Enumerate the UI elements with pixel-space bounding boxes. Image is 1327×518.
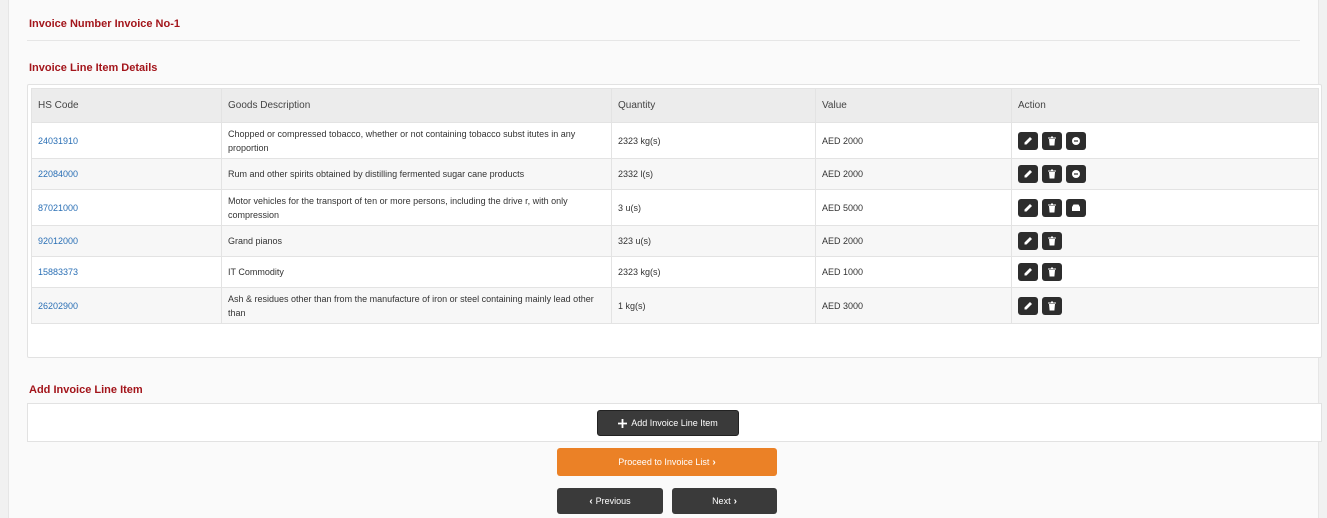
action-cell <box>1011 158 1319 190</box>
goods-description-cell: Chopped or compressed tobacco, whether o… <box>221 122 612 159</box>
edit-icon <box>1024 170 1032 178</box>
edit-icon <box>1024 301 1032 309</box>
value-cell: AED 1000 <box>815 256 1012 288</box>
next-label: Next <box>712 496 731 506</box>
action-cell <box>1011 225 1319 257</box>
car-icon <box>1072 204 1080 211</box>
delete-icon <box>1048 169 1056 179</box>
delete-button[interactable] <box>1042 263 1062 281</box>
edit-icon <box>1024 237 1032 245</box>
circle-button[interactable] <box>1066 131 1086 150</box>
delete-icon <box>1048 203 1056 212</box>
action-cell <box>1011 287 1319 324</box>
line-items-panel: HS Code Goods Description Quantity Value… <box>27 84 1322 358</box>
table-header-row: HS Code Goods Description Quantity Value… <box>31 88 1319 123</box>
quantity-cell: 1 kg(s) <box>611 287 816 324</box>
edit-icon <box>1024 268 1032 276</box>
hs-code-link[interactable]: 22084000 <box>31 158 222 190</box>
delete-icon <box>1048 236 1056 246</box>
col-header-action: Action <box>1011 88 1319 123</box>
action-cell <box>1011 189 1319 226</box>
add-line-item-title: Add Invoice Line Item <box>29 384 143 396</box>
table-row: 24031910 Chopped or compressed tobacco, w… <box>31 122 1319 159</box>
value-cell: AED 3000 <box>815 287 1012 324</box>
delete-button[interactable] <box>1042 198 1062 217</box>
table-row: 22084000 Rum and other spirits obtained b… <box>31 158 1319 190</box>
edit-button[interactable] <box>1018 296 1038 315</box>
col-header-goods-description: Goods Description <box>221 88 612 123</box>
col-header-value: Value <box>815 88 1012 123</box>
hs-code-link[interactable]: 92012000 <box>31 225 222 257</box>
goods-description-cell: Rum and other spirits obtained by distil… <box>221 158 612 190</box>
value-cell: AED 2000 <box>815 225 1012 257</box>
value-cell: AED 2000 <box>815 158 1012 190</box>
delete-icon <box>1048 136 1056 145</box>
goods-description-cell: Ash & residues other than from the manuf… <box>221 287 612 324</box>
car-button[interactable] <box>1066 198 1086 217</box>
previous-label: Previous <box>595 496 631 506</box>
edit-icon <box>1024 136 1032 144</box>
goods-description-cell: Motor vehicles for the transport of ten … <box>221 189 612 226</box>
quantity-cell: 2323 kg(s) <box>611 122 816 159</box>
chevron-right-icon: › <box>712 456 716 468</box>
edit-icon <box>1024 203 1032 211</box>
action-buttons <box>1018 198 1312 217</box>
delete-icon <box>1048 267 1056 277</box>
next-button[interactable]: Next › <box>672 488 777 514</box>
table-row: 15883373 IT Commodity 2323 kg(s) AED 1000 <box>31 256 1319 288</box>
action-cell <box>1011 122 1319 159</box>
quantity-cell: 2332 l(s) <box>611 158 816 190</box>
edit-button[interactable] <box>1018 198 1038 217</box>
line-items-table: HS Code Goods Description Quantity Value… <box>31 88 1319 324</box>
quantity-cell: 3 u(s) <box>611 189 816 226</box>
plus-icon <box>618 418 628 428</box>
value-cell: AED 2000 <box>815 122 1012 159</box>
hs-code-link[interactable]: 15883373 <box>31 256 222 288</box>
invoice-number-title: Invoice Number Invoice No-1 <box>29 18 180 30</box>
page-container: Invoice Number Invoice No-1 Invoice Line… <box>8 0 1322 518</box>
table-row: 92012000 Grand pianos 323 u(s) AED 2000 <box>31 225 1319 257</box>
divider <box>27 40 1300 41</box>
action-cell <box>1011 256 1319 288</box>
hs-code-link[interactable]: 24031910 <box>31 122 222 159</box>
line-item-details-title: Invoice Line Item Details <box>29 62 158 74</box>
action-buttons <box>1018 263 1312 281</box>
add-line-item-button[interactable]: Add Invoice Line Item <box>597 410 739 436</box>
action-buttons <box>1018 296 1312 315</box>
edit-button[interactable] <box>1018 165 1038 183</box>
chevron-left-icon: ‹ <box>589 495 593 507</box>
goods-description-cell: IT Commodity <box>221 256 612 288</box>
value-cell: AED 5000 <box>815 189 1012 226</box>
hs-code-link[interactable]: 26202900 <box>31 287 222 324</box>
chevron-right-icon: › <box>733 495 737 507</box>
circle-icon <box>1072 170 1080 178</box>
add-line-item-label: Add Invoice Line Item <box>631 418 718 428</box>
hs-code-link[interactable]: 87021000 <box>31 189 222 226</box>
col-header-quantity: Quantity <box>611 88 816 123</box>
action-buttons <box>1018 131 1312 150</box>
col-header-hs-code: HS Code <box>31 88 222 123</box>
delete-icon <box>1048 301 1056 310</box>
delete-button[interactable] <box>1042 232 1062 250</box>
quantity-cell: 2323 kg(s) <box>611 256 816 288</box>
proceed-label: Proceed to Invoice List <box>618 457 710 467</box>
circle-button[interactable] <box>1066 165 1086 183</box>
delete-button[interactable] <box>1042 165 1062 183</box>
edit-button[interactable] <box>1018 131 1038 150</box>
edit-button[interactable] <box>1018 263 1038 281</box>
quantity-cell: 323 u(s) <box>611 225 816 257</box>
goods-description-cell: Grand pianos <box>221 225 612 257</box>
action-buttons <box>1018 232 1312 250</box>
edit-button[interactable] <box>1018 232 1038 250</box>
table-body: 24031910 Chopped or compressed tobacco, w… <box>31 122 1319 324</box>
proceed-to-invoice-list-button[interactable]: Proceed to Invoice List › <box>557 448 777 476</box>
table-row: 87021000 Motor vehicles for the transport… <box>31 189 1319 226</box>
table-row: 26202900 Ash & residues other than from t… <box>31 287 1319 324</box>
previous-button[interactable]: ‹ Previous <box>557 488 663 514</box>
delete-button[interactable] <box>1042 131 1062 150</box>
action-buttons <box>1018 165 1312 183</box>
delete-button[interactable] <box>1042 296 1062 315</box>
circle-icon <box>1072 136 1080 145</box>
